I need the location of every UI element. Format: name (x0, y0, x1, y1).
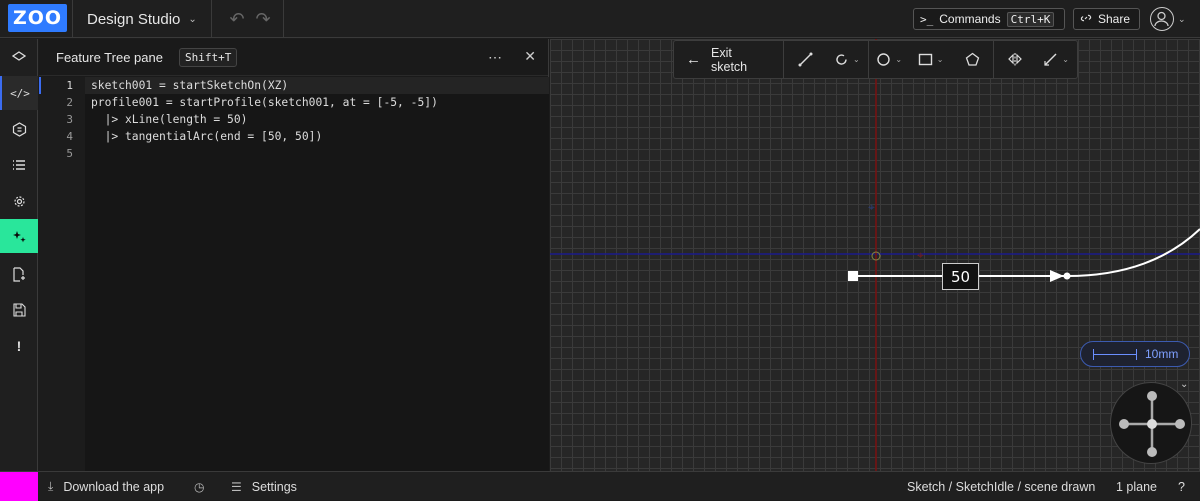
download-icon: ⤓ (48, 479, 54, 493)
scale-indicator: 10mm (1080, 341, 1190, 367)
exit-sketch-button[interactable]: ← Exit sketch (674, 41, 785, 78)
line-number: 3 (66, 113, 73, 126)
settings-link[interactable]: ☰ Settings (231, 472, 297, 501)
viewport-canvas: ⌖ ⌖ (550, 39, 1200, 471)
line-tool-icon[interactable] (784, 41, 826, 78)
undo-icon[interactable]: ↶ (226, 8, 248, 30)
polygon-tool-icon[interactable] (951, 41, 993, 78)
pane-title: Feature Tree pane (56, 49, 163, 65)
commands-button[interactable]: >_ Commands Ctrl+K (913, 8, 1065, 30)
project-menu[interactable]: Design Studio ⌄ (72, 0, 212, 38)
view-gizmo[interactable] (1110, 382, 1192, 464)
settings-label: Settings (251, 479, 297, 494)
save-icon[interactable] (0, 293, 38, 327)
more-icon[interactable]: ⋯ (488, 49, 502, 66)
feature-tree-icon[interactable] (0, 112, 38, 146)
code-line[interactable]: |> tangentialArc(end = [50, 50]) (85, 128, 549, 145)
commands-shortcut: Ctrl+K (1006, 11, 1055, 27)
x-axis-marker: ⌖ (917, 248, 924, 262)
planes-count[interactable]: 1 plane (1116, 472, 1157, 501)
redo-icon[interactable]: ↷ (252, 8, 274, 30)
rectangle-tool-icon[interactable]: ⌄ (910, 41, 952, 78)
chevron-down-icon: ⌄ (895, 55, 903, 64)
code-icon[interactable]: </> (0, 76, 38, 110)
terminal-icon: >_ (920, 12, 934, 26)
help-icon[interactable]: ? (1178, 472, 1185, 501)
code-pane: Feature Tree pane Shift+T ⋯ ✕ 1 2 3 4 5 … (39, 39, 549, 471)
scale-bar (1093, 348, 1137, 360)
tangential-arc (1066, 228, 1200, 277)
chevron-down-icon: ⌄ (1062, 55, 1069, 64)
line-number: 1 (39, 77, 85, 94)
status-text: Sketch / SketchIdle / scene drawn (907, 479, 1096, 494)
commands-label: Commands (939, 12, 1001, 26)
chevron-down-icon: ⌄ (936, 55, 944, 64)
sketch-viewport[interactable]: ⌖ ⌖ ← Exit sketch ⌄ ⌄ ⌄ ⌄ 50 10mm ⌄ (550, 39, 1200, 471)
exit-sketch-label: Exit sketch (711, 45, 748, 74)
code-line[interactable] (85, 145, 549, 162)
file-export-icon[interactable] (0, 257, 38, 291)
alert-icon[interactable]: ! (0, 329, 38, 363)
user-menu[interactable]: ⌄ (1150, 6, 1190, 32)
scale-label: 10mm (1145, 347, 1179, 361)
line-gutter: 1 2 3 4 5 (39, 77, 85, 471)
gizmo-axes-icon (1119, 391, 1185, 457)
top-bar: ZOO Design Studio ⌄ ↶ ↷ >_ Commands Ctrl… (0, 0, 1200, 38)
share-button[interactable]: Share (1073, 8, 1140, 30)
download-app-link[interactable]: ⤓ Download the app (48, 472, 164, 501)
sparkle-icon[interactable] (0, 219, 38, 253)
circle-tool-icon[interactable]: ⌄ (867, 41, 910, 78)
close-icon[interactable]: ✕ (524, 48, 536, 65)
sketch-toolbar: ← Exit sketch ⌄ ⌄ ⌄ ⌄ (673, 40, 1078, 79)
code-line[interactable]: |> xLine(length = 50) (85, 111, 549, 128)
layers-icon[interactable] (0, 40, 38, 74)
download-label: Download the app (63, 479, 165, 494)
line-number: 4 (66, 130, 73, 143)
code-line[interactable]: sketch001 = startSketchOn(XZ) (85, 77, 549, 94)
dimension-input[interactable]: 50 (942, 263, 979, 290)
segment-arrow-icon (1050, 270, 1064, 282)
chevron-down-icon: ⌄ (853, 55, 860, 64)
timer-icon[interactable]: ◷ (194, 472, 214, 501)
chevron-down-icon: ⌄ (1178, 13, 1186, 24)
link-icon (1080, 12, 1092, 27)
arc-tool-icon[interactable]: ⌄ (826, 41, 868, 78)
line-number: 5 (66, 147, 73, 160)
constraint-tool-icon[interactable]: ⌄ (1035, 41, 1077, 78)
share-label: Share (1098, 12, 1131, 26)
left-sidebar: </> ! (0, 39, 38, 471)
mirror-tool-icon[interactable] (993, 41, 1035, 78)
network-indicator[interactable] (0, 472, 38, 501)
z-axis-marker: ⌖ (868, 200, 875, 214)
gear-icon[interactable] (0, 184, 38, 218)
pane-shortcut: Shift+T (178, 47, 238, 67)
profile-start-handle (848, 271, 858, 281)
code-editor[interactable]: sketch001 = startSketchOn(XZ) profile001… (85, 77, 549, 471)
zoo-logo[interactable]: ZOO (8, 4, 67, 32)
list-icon[interactable] (0, 148, 38, 182)
avatar-icon (1150, 7, 1174, 31)
line-number: 2 (66, 96, 73, 109)
pane-header: Feature Tree pane Shift+T ⋯ ✕ (39, 39, 548, 76)
arrow-left-icon: ← (686, 51, 701, 68)
project-name: Design Studio (87, 10, 181, 28)
chevron-down-icon: ⌄ (188, 13, 197, 25)
divider (283, 0, 284, 38)
code-line[interactable]: profile001 = startProfile(sketch001, at … (85, 94, 549, 111)
sliders-icon: ☰ (231, 479, 242, 494)
status-bar: ⤓ Download the app ◷ ☰ Settings Sketch /… (0, 471, 1200, 501)
